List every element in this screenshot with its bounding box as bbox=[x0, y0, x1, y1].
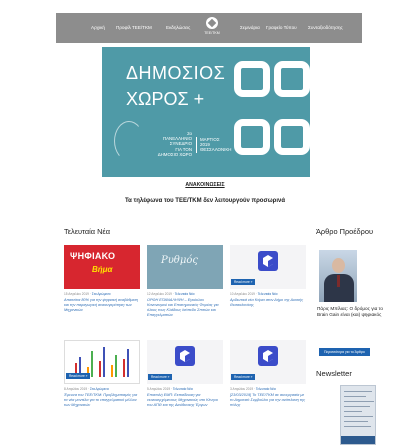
tee-cube-icon bbox=[258, 346, 278, 366]
newsletter-heading: Newsletter bbox=[316, 369, 352, 378]
banner-square-ring bbox=[274, 119, 310, 155]
banner-date-place: ΜΑΡΤΙΟΣ 2019 ΘΕΣΣΑΛΟΝΙΚΗ bbox=[196, 137, 231, 153]
banner-title-line1: ΔΗΜΟΣΙΟΣ bbox=[126, 63, 226, 83]
news-thumbnail[interactable]: Read more » bbox=[230, 340, 306, 384]
news-title-link[interactable]: Αρδευτικά νέα Κτίρια στον Δήμο της Δυτικ… bbox=[230, 298, 306, 308]
president-article-title[interactable]: Πάρις Μπίλιας: Ο δρόμος για το Brain Gai… bbox=[317, 306, 389, 318]
news-title-link[interactable]: ΟΡΘΗ ΕΠΑΝΑΛΗΨΗ – Εγκύκλιοι Κανονισμού κα… bbox=[147, 298, 223, 318]
news-card[interactable]: Read more » 10 Απριλίου 2019 · Τελευταία… bbox=[230, 245, 306, 308]
read-more-button[interactable]: Read more » bbox=[231, 279, 256, 285]
banner-square-ring bbox=[234, 61, 270, 97]
site-logo[interactable]: ΤΕΕ/ΤΚΜ bbox=[202, 15, 222, 41]
article-more-button[interactable]: Περισσότερα για το Άρθρο bbox=[319, 348, 370, 356]
banner-arc-decoration bbox=[114, 121, 144, 161]
news-card[interactable]: Read more » 8 Απριλίου 2019 · Στα Δρώμεν… bbox=[64, 340, 140, 408]
newsletter-cover[interactable] bbox=[340, 385, 376, 445]
news-thumbnail[interactable]: ΨΗΦΙΑΚΟ Βήμα bbox=[64, 245, 140, 289]
main-navigation: Αρχική Προφίλ ΤΕΕ/ΤΚΜ Εκδηλώσεις ΤΕΕ/ΤΚΜ… bbox=[56, 13, 362, 43]
news-meta: 3 Απριλίου 2019 · Τελευταία Νέα bbox=[230, 387, 276, 391]
nav-pensions[interactable]: Συνταξιοδότησης bbox=[308, 25, 343, 30]
president-photo[interactable] bbox=[319, 250, 357, 302]
nav-home[interactable]: Αρχική bbox=[91, 25, 105, 30]
news-thumbnail[interactable]: Read more » bbox=[230, 245, 306, 289]
nav-press-office[interactable]: Γραφείο Τύπου bbox=[266, 25, 297, 30]
news-card[interactable]: ΨΗΦΙΑΚΟ Βήμα 15 Απριλίου 2019 · Στα Δρώμ… bbox=[64, 245, 140, 313]
read-more-button[interactable]: Read more » bbox=[231, 374, 256, 380]
hero-banner[interactable]: ΔΗΜΟΣΙΟΣ ΧΩΡΟΣ + 2ο ΠΑΝΕΛΛΗΝΙΟ ΣΥΝΕΔΡΙΟ … bbox=[102, 47, 310, 177]
president-article-heading: Άρθρο Προέδρου bbox=[316, 227, 374, 236]
news-meta: 8 Απριλίου 2019 · Στα Δρώμενα bbox=[64, 387, 109, 391]
news-title-link[interactable]: Επιστολή ΕΜΠ: Εκπαίδευση για νεοεισερχόμ… bbox=[147, 393, 223, 408]
news-card[interactable]: Read more » 3 Απριλίου 2019 · Τελευταία … bbox=[230, 340, 306, 408]
news-meta: 5 Απριλίου 2019 · Τελευταία Νέα bbox=[147, 387, 193, 391]
tee-cube-icon bbox=[258, 251, 278, 271]
news-meta: 10 Απριλίου 2019 · Τελευταία Νέα bbox=[230, 292, 278, 296]
nav-profile[interactable]: Προφίλ ΤΕΕ/ΤΚΜ bbox=[116, 25, 152, 30]
news-thumbnail[interactable]: Read more » bbox=[147, 340, 223, 384]
news-card[interactable]: Read more » 5 Απριλίου 2019 · Τελευταία … bbox=[147, 340, 223, 408]
news-title-link[interactable]: Απαιτείται 80% για την ψηφιακή αναβάθμισ… bbox=[64, 298, 140, 313]
latest-news-heading: Τελευταία Νέα bbox=[64, 227, 110, 236]
banner-square-ring bbox=[234, 119, 270, 155]
news-meta: 12 Απριλίου 2019 · Τελευταία Νέα bbox=[147, 292, 195, 296]
news-card[interactable]: Ρυθμός 12 Απριλίου 2019 · Τελευταία Νέα … bbox=[147, 245, 223, 318]
banner-title-line2: ΧΩΡΟΣ + bbox=[126, 89, 205, 109]
news-title-link[interactable]: [23/03/2019] Το ΤΕΕ/ΤΚΜ σε συνεργασία με… bbox=[230, 393, 306, 408]
read-more-button[interactable]: Read more » bbox=[66, 373, 91, 379]
logo-text: ΤΕΕ/ΤΚΜ bbox=[204, 31, 220, 35]
banner-conference-info: 2ο ΠΑΝΕΛΛΗΝΙΟ ΣΥΝΕΔΡΙΟ ΓΙΑ ΤΟΝ ΔΗΜΟΣΙΟ Χ… bbox=[157, 131, 192, 157]
tee-cube-icon bbox=[175, 346, 195, 366]
read-more-button[interactable]: Read more » bbox=[148, 374, 173, 380]
nav-events[interactable]: Εκδηλώσεις bbox=[166, 25, 190, 30]
news-thumbnail[interactable]: Read more » bbox=[64, 340, 140, 384]
banner-square-ring bbox=[274, 61, 310, 97]
news-meta: 15 Απριλίου 2019 · Στα Δρώμενα bbox=[64, 292, 111, 296]
news-title-link[interactable]: Έρευνα του ΤΕΕ/ΤΚΜ: Προβληματισμός για τ… bbox=[64, 393, 140, 408]
news-thumbnail[interactable]: Ρυθμός bbox=[147, 245, 223, 289]
announcements-title[interactable]: ΑΝΑΚΟΙΝΩΣΕΙΣ bbox=[0, 182, 410, 188]
announcement-text: Τα τηλέφωνα του ΤΕΕ/ΤΚΜ δεν λειτουργούν … bbox=[124, 198, 286, 204]
nav-seminars[interactable]: Σεμινάρια bbox=[240, 25, 260, 30]
tee-logo-icon bbox=[206, 17, 218, 29]
